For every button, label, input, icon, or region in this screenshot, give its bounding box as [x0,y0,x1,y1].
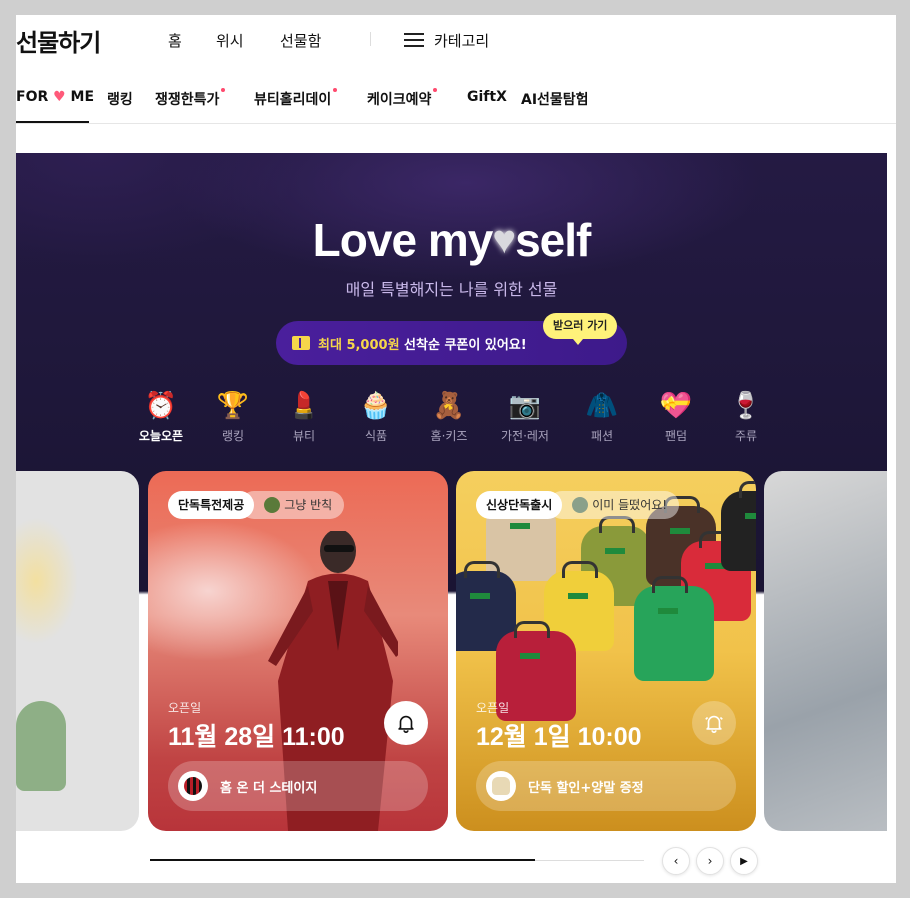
exclusive-badge: 단독특전제공 [168,491,255,519]
ticket-icon [292,336,310,350]
category-label: 랭킹 [221,429,245,443]
category-ranking[interactable]: 🏆 랭킹 [198,389,268,444]
new-dot [433,88,438,92]
slider-progress-fill [150,859,536,861]
prev-product-card[interactable] [16,471,139,831]
tab-bar: FOR ♥ ME 랭킹 쟁쟁한특가 뷰티홀리데이 케이크예약 GiftX AI선… [16,85,896,123]
cupcake-icon: 🧁 [359,391,393,421]
tab-label: FOR [16,89,54,105]
tab-label: 뷰티홀리데이 [254,92,332,108]
product-card[interactable]: 단독특전제공 그냥 반칙 오픈일 11월 28일 11:00 홈 온 더 스테이… [148,471,448,831]
tab-label: AI선물탐험 [521,92,589,108]
category-label: 카테고리 [434,31,490,50]
wine-glass-icon: 🍷 [729,391,763,421]
open-label: 오픈일 [476,701,510,715]
hero-subtitle: 매일 특별해지는 나를 위한 선물 [345,280,558,299]
trophy-icon: 🏆 [216,391,250,421]
category-label: 주류 [734,429,758,443]
tab-cake-reservation[interactable]: 케이크예약 [367,88,438,109]
next-slide-button[interactable]: › [696,847,724,875]
card-badges: 단독특전제공 그냥 반칙 [168,491,345,519]
category-label: 가전·레저 [501,429,549,443]
card-badges: 신상단독출시 이미 들떴어요! [476,491,680,519]
bag-image [634,576,714,681]
open-label: 오픈일 [168,701,202,715]
autoplay-button[interactable]: ▶ [730,847,758,875]
new-dot [221,88,226,92]
product-title: 단독 할인+양말 증정 [528,780,644,796]
open-date: 11월 28일 11:00 [168,723,345,751]
hero-title: Love my♥self [312,214,592,266]
coupon-text: 최대 5,000원 선착순 쿠폰이 있어요! [318,337,527,353]
silver-heart-icon: ♥ [492,218,516,262]
hamburger-icon [404,32,424,48]
category-label: 홈·키즈 [430,429,468,443]
top-header: 선물하기 홈 위시 선물함 카테고리 [16,15,896,65]
get-coupon-tooltip[interactable]: 받으러 가기 [543,313,618,345]
logo[interactable]: 선물하기 [16,23,101,58]
tab-label: ME [65,89,95,105]
alarm-clock-icon: ⏰ [144,391,178,421]
reaction-badge: 그냥 반칙 [240,491,345,519]
category-food[interactable]: 🧁 식품 [341,389,411,444]
camera-icon: 📷 [508,391,542,421]
bell-icon [398,715,414,733]
heart-icon: ♥ [53,89,66,105]
category-menu-button[interactable]: 카테고리 [404,27,489,53]
teddy-bear-icon: 🧸 [432,391,466,421]
category-fashion[interactable]: 🧥 패션 [567,389,637,444]
jacket-icon: 🧥 [585,391,619,421]
reaction-badge: 이미 들떴어요! [548,491,680,519]
brand-thumb [178,771,208,801]
tab-label: 랭킹 [107,92,133,108]
tab-label: GiftX [467,89,507,105]
prev-slide-button[interactable]: ‹ [662,847,690,875]
slider-progress [150,859,644,861]
tab-label: 쟁쟁한특가 [155,92,220,108]
bag-image [721,481,756,571]
brand-thumb [486,771,516,801]
category-label: 식품 [364,429,388,443]
product-title: 홈 온 더 스테이지 [220,780,318,796]
reaction-emoji-icon [572,497,589,513]
new-exclusive-badge: 신상단독출시 [476,491,563,519]
nav-giftbox[interactable]: 선물함 [280,30,321,51]
category-liquor[interactable]: 🍷 주류 [711,389,781,444]
tab-label: 케이크예약 [367,92,432,108]
gift-page: 선물하기 홈 위시 선물함 카테고리 FOR ♥ ME 랭킹 쟁쟁한특가 뷰티홀… [16,15,896,883]
lipstick-icon: 💄 [287,391,321,421]
tab-giftx[interactable]: GiftX [467,89,507,105]
category-home-kids[interactable]: 🧸 홈·키즈 [414,389,484,444]
tab-ai-gift-explore[interactable]: AI선물탐험 [521,89,589,109]
bell-ring-icon [705,715,723,733]
product-card[interactable]: 신상단독출시 이미 들떴어요! 오픈일 12월 1일 10:00 단독 할인+양… [456,471,756,831]
reaction-emoji-icon [264,497,281,513]
category-fandom[interactable]: 💝 팬덤 [641,389,711,444]
tab-special-deal[interactable]: 쟁쟁한특가 [155,88,226,109]
nav-home[interactable]: 홈 [168,30,182,51]
product-link[interactable]: 단독 할인+양말 증정 [476,761,736,811]
category-icons: ⏰ 오늘오픈 🏆 랭킹 💄 뷰티 🧁 식품 🧸 홈·키즈 📷 가전·레저 🧥 패… [126,389,786,449]
category-label: 팬덤 [664,429,688,443]
tab-ranking[interactable]: 랭킹 [107,89,133,109]
nav-wish[interactable]: 위시 [216,30,244,51]
header-divider [370,32,371,46]
notify-bell-button[interactable] [384,701,428,745]
category-label: 패션 [590,429,614,443]
category-appliance-leisure[interactable]: 📷 가전·레저 [490,389,560,444]
tab-divider [16,123,896,124]
category-today-open[interactable]: ⏰ 오늘오픈 [126,389,196,444]
tab-beauty-holiday[interactable]: 뷰티홀리데이 [254,88,338,109]
product-link[interactable]: 홈 온 더 스테이지 [168,761,428,811]
hero-banner: Love my♥self 매일 특별해지는 나를 위한 선물 최대 5,000원… [16,153,887,883]
category-label: 오늘오픈 [138,429,184,443]
next-product-card[interactable] [764,471,887,831]
category-beauty[interactable]: 💄 뷰티 [269,389,339,444]
category-label: 뷰티 [292,429,316,443]
tab-for-me[interactable]: FOR ♥ ME [16,89,94,105]
open-date: 12월 1일 10:00 [476,723,642,751]
new-dot [333,88,338,92]
notify-bell-button[interactable] [692,701,736,745]
fandom-heart-icon: 💝 [659,391,693,421]
